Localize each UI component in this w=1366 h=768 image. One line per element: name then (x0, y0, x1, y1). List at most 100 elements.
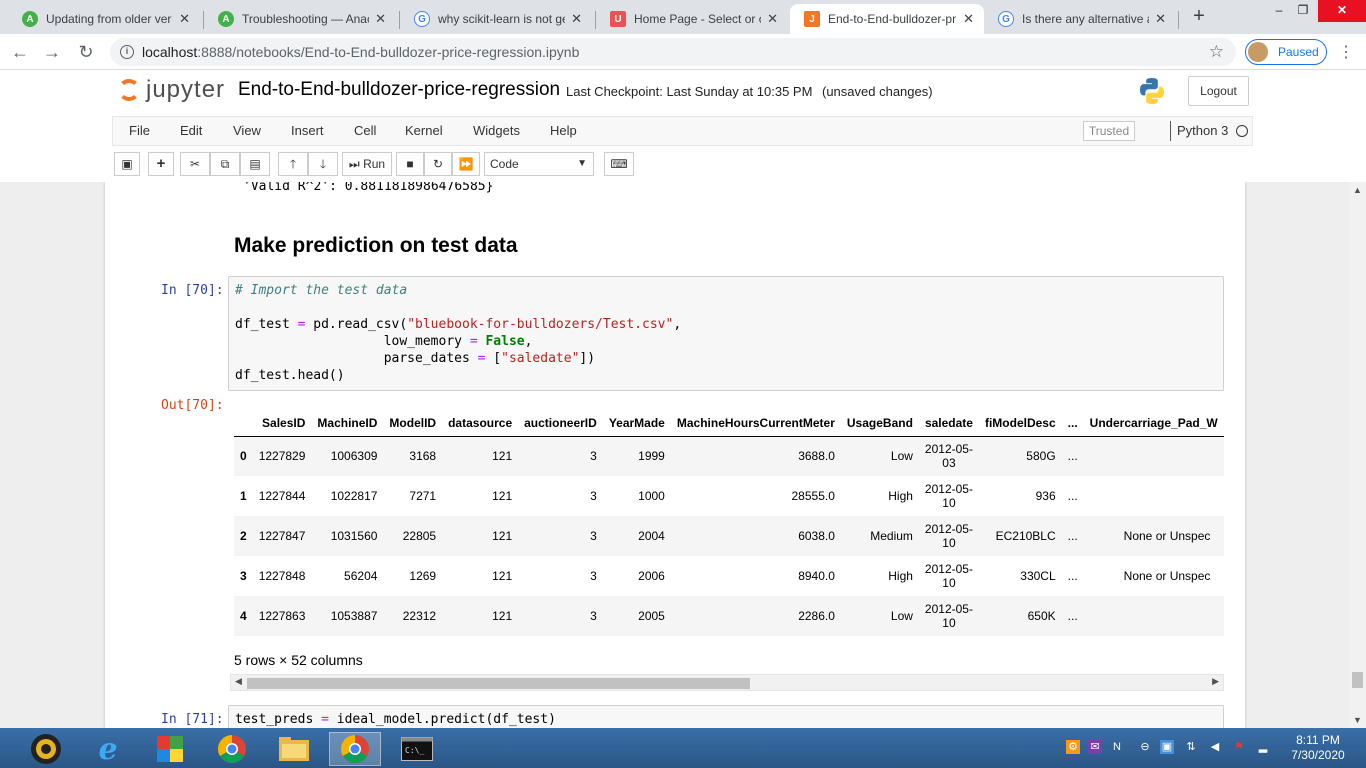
reload-icon[interactable]: ↻ (74, 40, 98, 64)
table-cell: 1022817 (330, 489, 378, 503)
move-down-icon[interactable]: 🡓 (308, 152, 338, 176)
column-header: YearMade (602, 410, 671, 437)
cut-icon[interactable]: ✂ (180, 152, 210, 176)
restore-button[interactable]: ❐ (1292, 0, 1314, 22)
date-line: 10 (942, 576, 956, 590)
browser-tab-1[interactable]: A Updating from older ver ✕ (8, 4, 200, 34)
close-icon[interactable]: ✕ (571, 11, 582, 27)
code-cell-70[interactable]: # Import the test data df_test = pd.read… (228, 276, 1224, 391)
menu-view[interactable]: View (233, 123, 261, 138)
avatar (1248, 42, 1268, 62)
chrome-active-window-icon[interactable] (329, 732, 381, 766)
previous-cell-output: 'Valid R^2': 0.8811818986476585} (243, 182, 494, 194)
table-header-row: SalesID MachineID ModelID datasource auc… (234, 410, 1224, 437)
start-button[interactable] (20, 732, 72, 766)
tray-display-icon[interactable]: ▣ (1160, 740, 1174, 754)
stop-icon[interactable]: ■ (396, 152, 424, 176)
menu-widgets[interactable]: Widgets (473, 123, 520, 138)
menu-edit[interactable]: Edit (180, 123, 202, 138)
jupyter-logo[interactable]: jupyter (118, 76, 225, 104)
code-comment: # Import the test data (235, 283, 408, 298)
minimize-button[interactable]: – (1268, 0, 1290, 22)
paste-icon[interactable]: ▤ (240, 152, 270, 176)
code-cell-71[interactable]: test_preds = ideal_model.predict(df_test… (228, 705, 1224, 728)
tray-nk-icon[interactable]: N (1110, 740, 1124, 754)
internet-explorer-icon[interactable]: e (82, 732, 134, 767)
profile-button[interactable]: Paused (1245, 39, 1327, 65)
move-up-icon[interactable]: 🡑 (278, 152, 308, 176)
output-prompt: Out[70]: (161, 398, 224, 413)
browser-tab-strip: A Updating from older ver ✕ A Troublesho… (0, 0, 1366, 34)
date-line: 10 (942, 536, 956, 550)
close-icon[interactable]: ✕ (1155, 11, 1166, 27)
menu-cell[interactable]: Cell (354, 123, 376, 138)
window-close-button[interactable]: ✕ (1318, 0, 1366, 22)
table-row: 0 1227829 1006309 3168 121 3 1999 3688.0 Low 2012… (234, 436, 1224, 476)
kernel-name[interactable]: Python 3 (1177, 123, 1228, 138)
scroll-down-icon[interactable]: ▼ (1353, 715, 1362, 725)
menu-kernel[interactable]: Kernel (405, 123, 443, 138)
scroll-up-icon[interactable]: ▲ (1353, 185, 1362, 195)
info-icon[interactable]: i (120, 45, 134, 59)
logout-button[interactable]: Logout (1188, 76, 1249, 106)
browser-tab-5-active[interactable]: J End-to-End-bulldozer-pr ✕ (790, 4, 984, 34)
puzzle-app-icon[interactable] (144, 732, 196, 766)
menu-help[interactable]: Help (550, 123, 577, 138)
tray-chat-icon[interactable]: ✉ (1088, 740, 1102, 754)
browser-tab-6[interactable]: G Is there any alternative a ✕ (984, 4, 1176, 34)
back-arrow-icon[interactable]: ← (8, 40, 32, 64)
browser-tab-2[interactable]: A Troubleshooting — Anac ✕ (204, 4, 396, 34)
tray-app-icon[interactable]: ⚙ (1066, 740, 1080, 754)
taskbar-clock[interactable]: 8:11 PM 7/30/2020 (1282, 733, 1354, 763)
table-cell (1084, 436, 1224, 476)
scrollbar-thumb[interactable] (1352, 672, 1363, 688)
code-token: "saledate" (501, 351, 580, 366)
notebook-scroll-area: 'Valid R^2': 0.8811818986476585} Make pr… (0, 182, 1366, 728)
close-icon[interactable]: ✕ (375, 11, 386, 27)
cell-type-select[interactable]: Code ▼ (484, 152, 594, 176)
bookmark-star-icon[interactable]: ☆ (1209, 42, 1224, 62)
tray-status-icon[interactable]: ⊖ (1138, 740, 1152, 754)
table-cell: 3 (590, 489, 597, 503)
new-tab-button[interactable]: + (1190, 6, 1208, 28)
action-center-icon[interactable]: ⚑ (1232, 740, 1246, 754)
tray-network-icon[interactable]: ⇅ (1184, 740, 1198, 754)
horizontal-scrollbar[interactable]: ◀ ▶ (230, 674, 1224, 691)
save-icon[interactable]: ▣ (114, 152, 140, 176)
browser-menu-icon[interactable]: ⋮ (1338, 42, 1354, 62)
scroll-left-icon[interactable]: ◀ (235, 676, 242, 687)
trusted-indicator[interactable]: Trusted (1083, 121, 1135, 141)
insert-cell-icon[interactable]: + (148, 152, 174, 176)
table-cell (1084, 476, 1224, 516)
browser-tab-3[interactable]: G why scikit-learn is not ge ✕ (400, 4, 592, 34)
scroll-right-icon[interactable]: ▶ (1212, 676, 1219, 687)
fast-forward-icon[interactable]: ⏩ (452, 152, 480, 176)
restart-icon[interactable]: ↻ (424, 152, 452, 176)
browser-tab-4[interactable]: U Home Page - Select or c ✕ (596, 4, 788, 34)
menu-file[interactable]: File (129, 123, 150, 138)
notebook-title[interactable]: End-to-End-bulldozer-price-regression (238, 79, 560, 101)
volume-icon[interactable]: ◀ (1208, 740, 1222, 754)
close-icon[interactable]: ✕ (767, 11, 778, 27)
code-token: "bluebook-for-bulldozers/Test.csv" (407, 317, 674, 332)
table-cell: 1031560 (330, 529, 378, 543)
tab-label: End-to-End-bulldozer-pr (828, 12, 957, 26)
file-explorer-icon[interactable] (268, 732, 320, 766)
keyboard-icon[interactable]: ⌨ (604, 152, 634, 176)
scrollbar-thumb[interactable] (247, 678, 750, 689)
signal-icon[interactable]: ▂ (1256, 740, 1270, 754)
run-button[interactable]: ⏭ Run (342, 152, 392, 176)
table-cell: 330CL (1020, 569, 1056, 583)
page-vertical-scrollbar[interactable]: ▲ ▼ (1349, 182, 1366, 728)
close-icon[interactable]: ✕ (179, 11, 190, 27)
saledate-cell: 2012-05- 03 (919, 436, 979, 476)
url-input[interactable]: i localhost:8888/notebooks/End-to-End-bu… (110, 38, 1236, 66)
table-cell: 936 (1035, 489, 1056, 503)
chrome-taskbar-icon[interactable] (206, 732, 258, 766)
command-prompt-icon[interactable]: C:\_ (391, 732, 443, 766)
forward-arrow-icon[interactable]: → (40, 40, 64, 64)
copy-icon[interactable]: ⧉ (210, 152, 240, 176)
table-cell: 1227863 (258, 609, 306, 623)
menu-insert[interactable]: Insert (291, 123, 324, 138)
close-icon[interactable]: ✕ (963, 11, 974, 27)
